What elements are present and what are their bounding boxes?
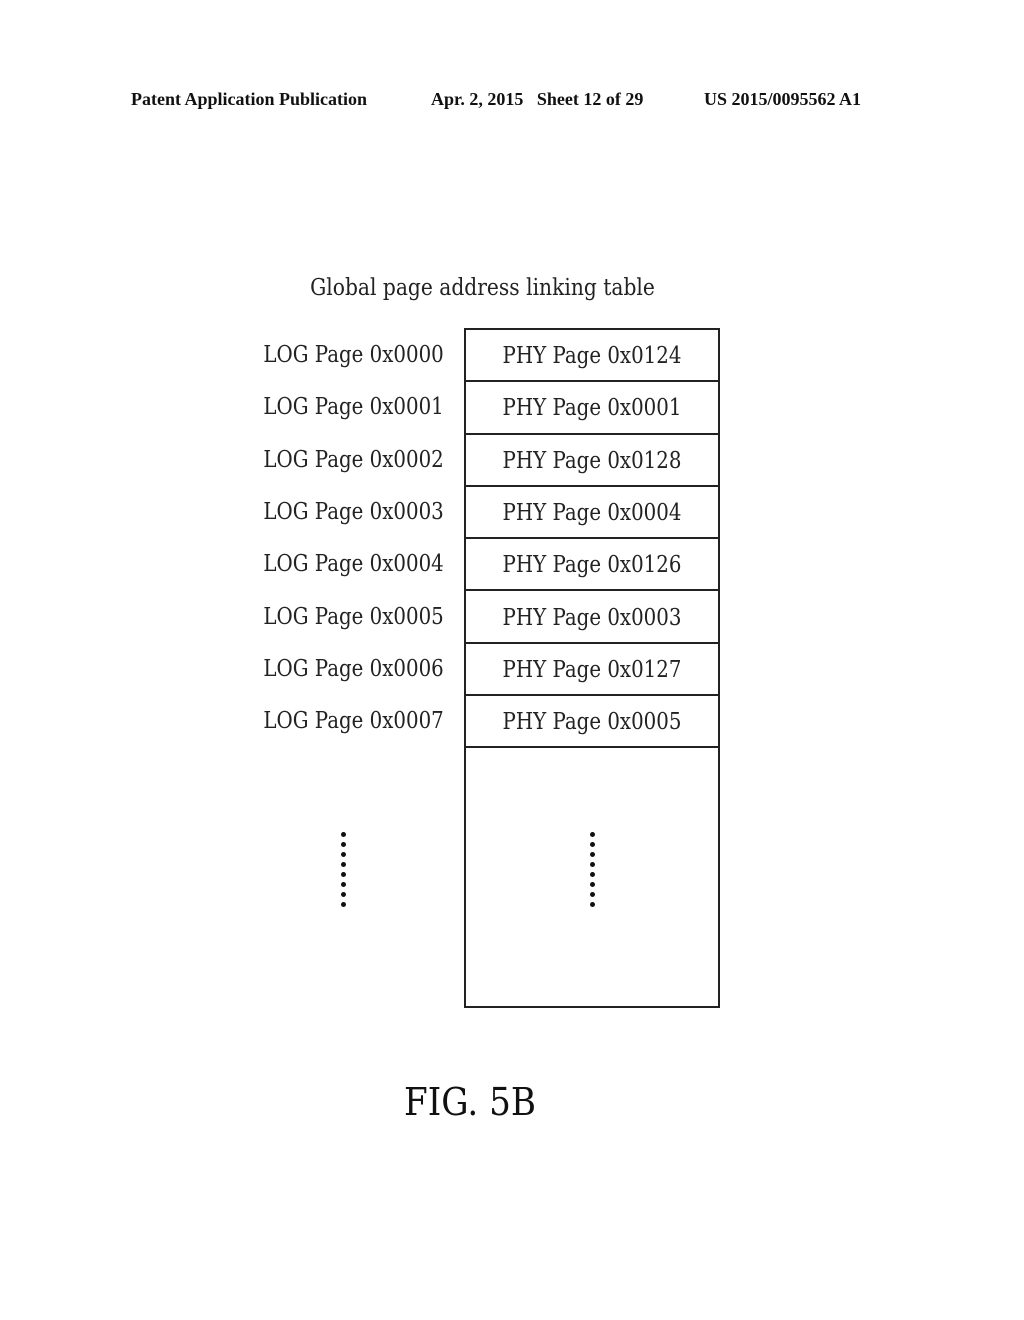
phy-page-value: PHY Page 0x0124 bbox=[502, 343, 682, 369]
phy-page-value: PHY Page 0x0001 bbox=[502, 395, 682, 422]
table-row: PHY Page 0x0003 bbox=[466, 592, 718, 644]
phy-page-value: PHY Page 0x0128 bbox=[502, 447, 682, 474]
figure-caption: FIG. 5B bbox=[404, 1080, 536, 1124]
vertical-ellipsis-icon bbox=[341, 832, 347, 912]
log-page-label: LOG Page 0x0007 bbox=[263, 708, 444, 735]
log-page-label: LOG Page 0x0005 bbox=[263, 603, 444, 630]
table-row: PHY Page 0x0128 bbox=[466, 435, 718, 487]
log-page-label: LOG Page 0x0004 bbox=[263, 551, 444, 578]
table-row: PHY Page 0x0126 bbox=[466, 539, 718, 592]
publication-label: Patent Application Publication bbox=[131, 89, 368, 109]
log-page-label: LOG Page 0x0006 bbox=[263, 655, 444, 682]
patent-header: Patent Application Publication Apr. 2, 2… bbox=[0, 89, 1024, 115]
table-row: PHY Page 0x0005 bbox=[466, 696, 718, 749]
table-row: PHY Page 0x0001 bbox=[466, 382, 718, 435]
log-page-label: LOG Page 0x0000 bbox=[263, 342, 444, 368]
log-page-label: LOG Page 0x0002 bbox=[263, 446, 444, 473]
phy-page-value: PHY Page 0x0005 bbox=[502, 709, 682, 736]
phy-page-value: PHY Page 0x0004 bbox=[502, 499, 682, 526]
phy-page-value: PHY Page 0x0003 bbox=[502, 604, 682, 631]
patent-number: US 2015/0095562 A1 bbox=[704, 89, 862, 109]
log-page-label: LOG Page 0x0003 bbox=[263, 498, 444, 525]
figure-title: Global page address linking table bbox=[310, 275, 655, 301]
vertical-ellipsis-icon bbox=[590, 832, 596, 912]
table-row: PHY Page 0x0124 bbox=[466, 330, 718, 383]
table-row: PHY Page 0x0004 bbox=[466, 487, 718, 540]
log-page-label: LOG Page 0x0001 bbox=[263, 394, 444, 421]
date-sheet-label: Apr. 2, 2015 Sheet 12 of 29 bbox=[431, 89, 644, 109]
phy-page-value: PHY Page 0x0127 bbox=[502, 656, 682, 683]
table-row: PHY Page 0x0127 bbox=[466, 644, 718, 697]
phy-page-value: PHY Page 0x0126 bbox=[502, 552, 682, 579]
